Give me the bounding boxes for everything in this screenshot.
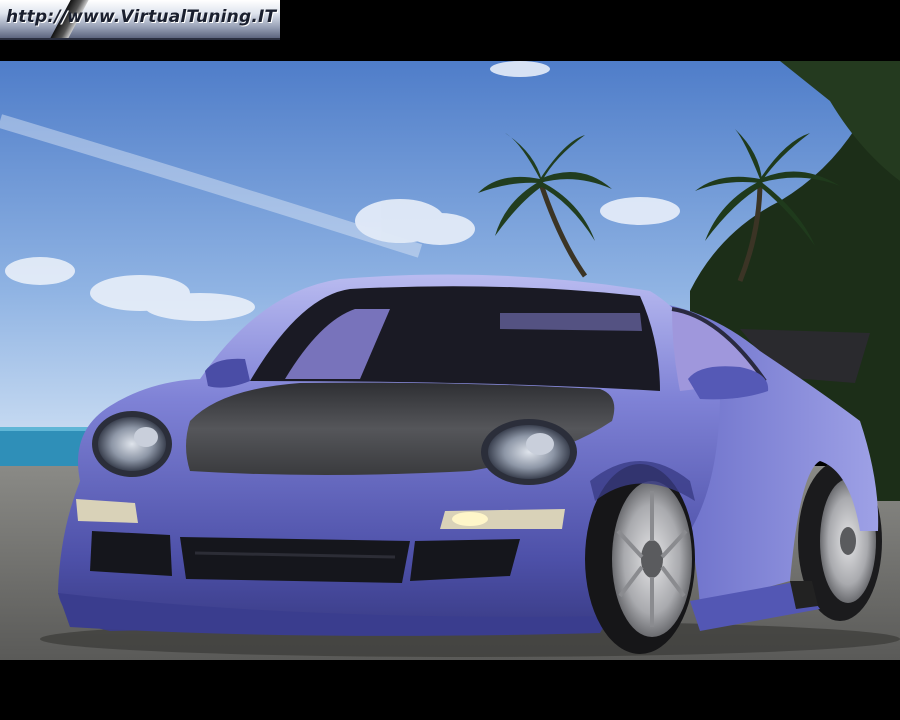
car-photo-scene (0, 61, 900, 660)
right-headlight (481, 419, 577, 485)
right-air-intake (410, 539, 520, 581)
bottom-letterbox-bar (0, 660, 900, 720)
left-headlight (92, 411, 172, 477)
left-turn-light (76, 499, 138, 523)
car-illustration (0, 61, 900, 660)
left-air-intake (90, 531, 172, 576)
watermark-url-text: http://www.VirtualTuning.IT (6, 7, 277, 27)
site-watermark-banner: http://www.VirtualTuning.IT (0, 0, 280, 40)
center-grille (180, 537, 410, 583)
